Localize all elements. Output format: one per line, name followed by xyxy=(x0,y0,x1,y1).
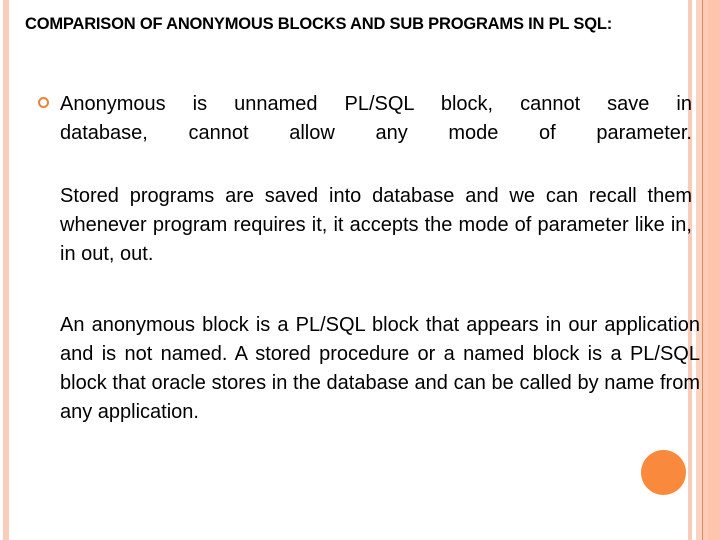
left-decorative-stripe xyxy=(3,0,9,540)
ring-bullet-icon xyxy=(38,97,49,108)
slide-title: COMPARISON OF ANONYMOUS BLOCKS AND SUB P… xyxy=(25,15,613,33)
paragraph-line: database, cannot allow any mode of param… xyxy=(60,122,692,144)
right-decorative-stripe xyxy=(688,0,692,540)
paragraph-line: Anonymous is unnamed PL/SQL block, canno… xyxy=(60,93,692,115)
decorative-orange-circle xyxy=(641,450,686,495)
paragraph-anonymous-vs-named: An anonymous block is a PL/SQL block tha… xyxy=(60,314,700,423)
paragraph-anonymous: Anonymous is unnamed PL/SQL block, canno… xyxy=(60,90,692,148)
right-decorative-stripe xyxy=(708,0,720,540)
paragraph-stored-programs: Stored programs are saved into database … xyxy=(60,185,692,265)
